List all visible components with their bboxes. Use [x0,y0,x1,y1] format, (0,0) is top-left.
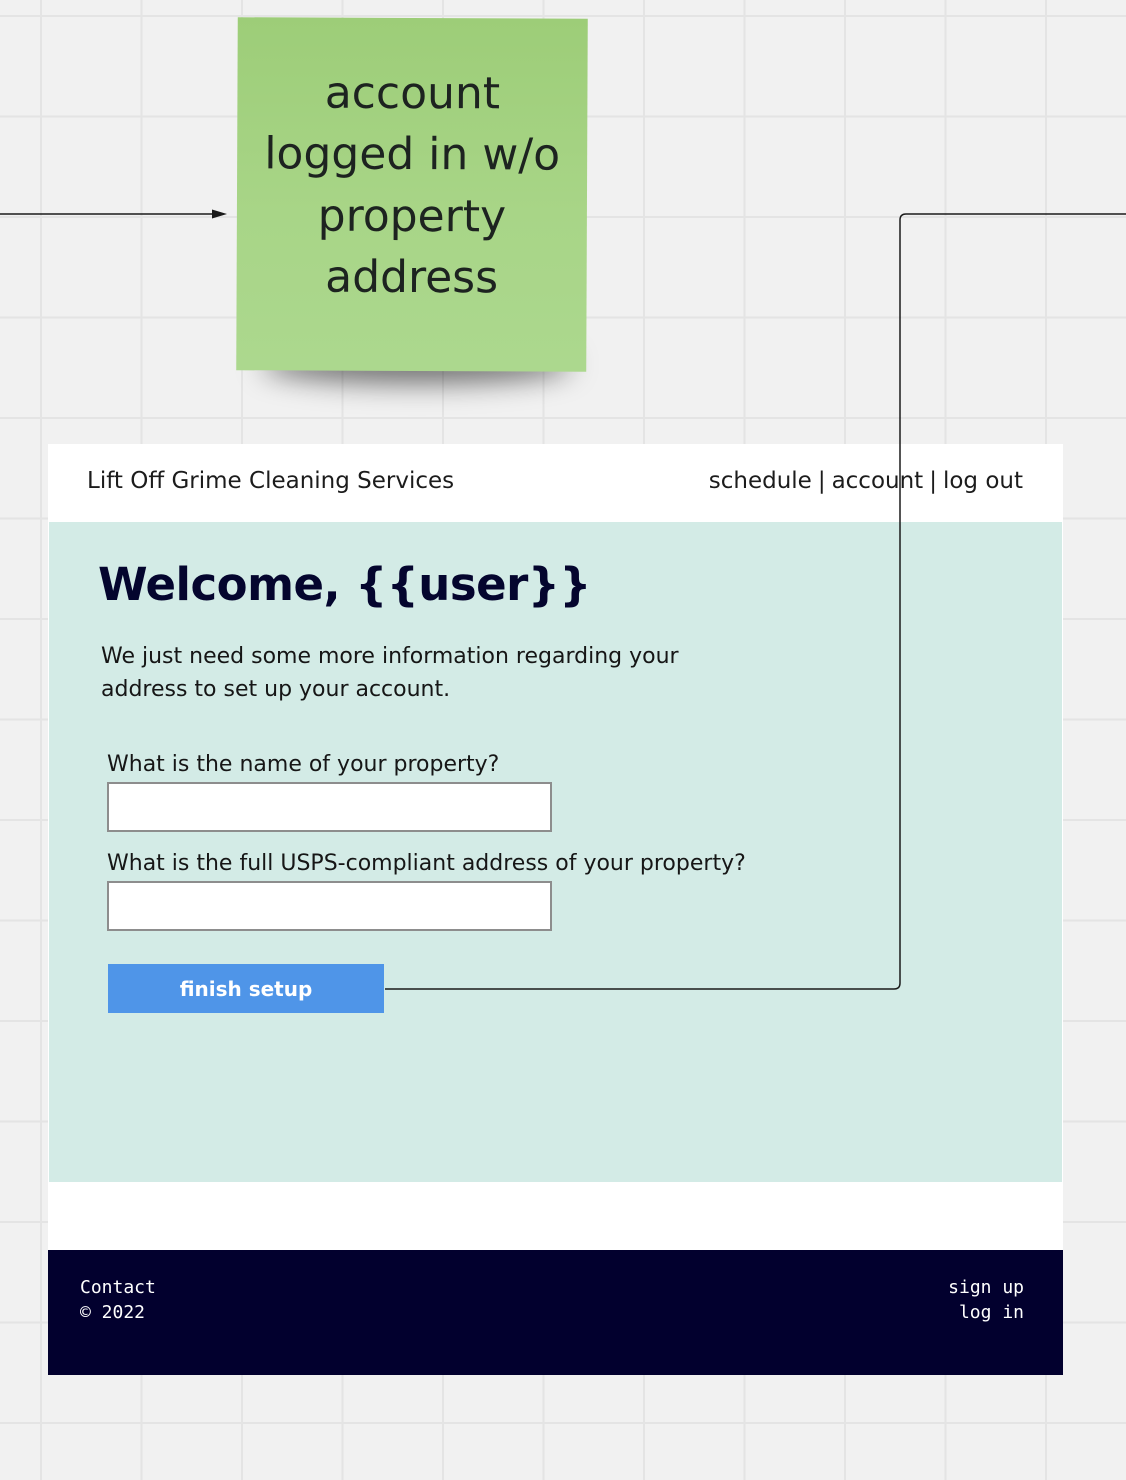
intro-text: We just need some more information regar… [101,644,679,702]
property-name-label: What is the name of your property? [107,752,500,777]
site-footer: Contact © 2022 sign up log in [48,1250,1063,1375]
setup-panel: Welcome, {{user}} We just need some more… [49,522,1062,1182]
site-header: Lift Off Grime Cleaning Services schedul… [48,444,1062,522]
sticky-note[interactable]: account logged in w/o property address [236,17,588,372]
nav-schedule-link[interactable]: schedule [709,468,812,494]
footer-left: Contact © 2022 [80,1275,156,1325]
property-address-label: What is the full USPS-compliant address … [107,851,746,876]
property-name-input[interactable] [107,782,552,832]
property-address-input[interactable] [107,881,552,931]
nav-account-link[interactable]: account [832,468,924,494]
contact-link[interactable]: Contact [80,1275,156,1300]
welcome-heading: Welcome, {{user}} [98,558,591,611]
nav-links: schedule | account | log out [709,468,1023,494]
incoming-arrow [0,209,227,219]
nav-logout-link[interactable]: log out [943,468,1023,494]
nav-separator: | [817,468,826,494]
sign-up-link[interactable]: sign up [948,1275,1024,1300]
brand-name: Lift Off Grime Cleaning Services [87,468,455,494]
log-in-link[interactable]: log in [948,1300,1024,1325]
copyright-text: © 2022 [80,1302,146,1323]
finish-setup-button[interactable]: finish setup [108,964,384,1013]
nav-separator: | [929,468,937,494]
footer-right: sign up log in [948,1275,1024,1325]
page-mockup-frame: Lift Off Grime Cleaning Services schedul… [48,444,1063,1375]
sticky-note-text: account logged in w/o property address [264,67,561,304]
